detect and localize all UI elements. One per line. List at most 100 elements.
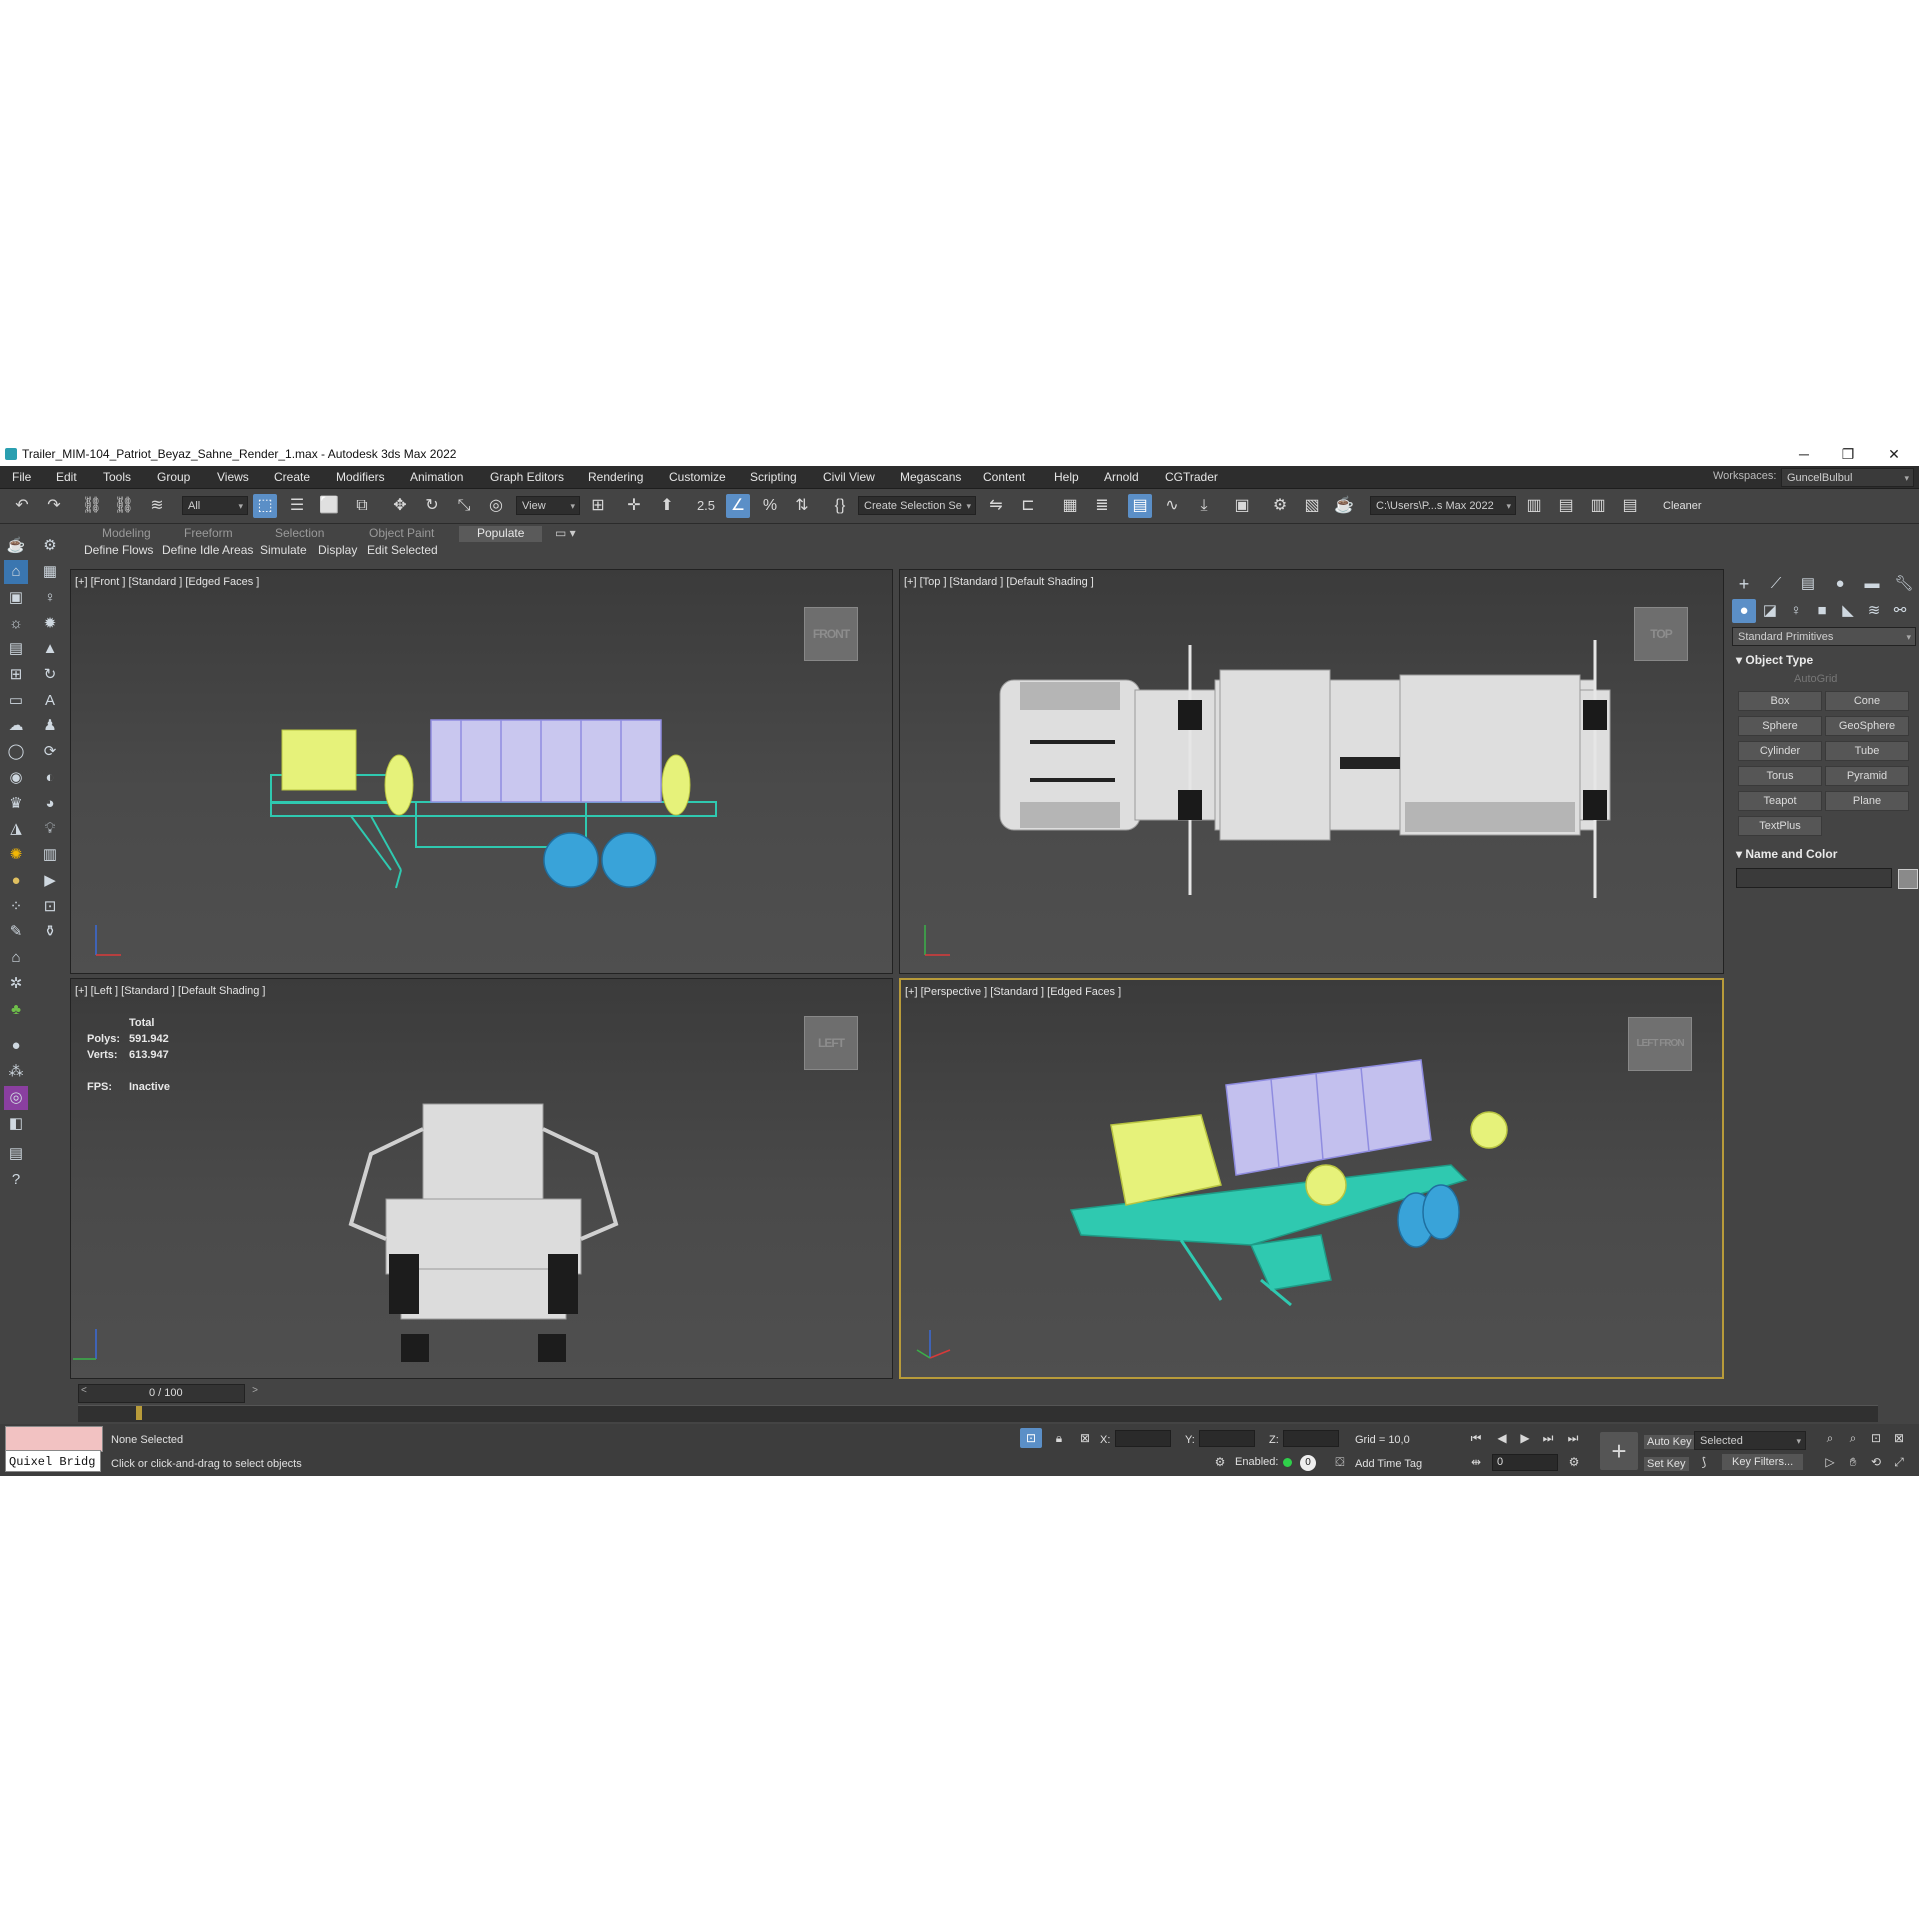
sphere-button[interactable]: Sphere — [1738, 716, 1822, 736]
tab-populate[interactable]: Populate — [459, 526, 543, 542]
maximize-button[interactable]: ❐ — [1828, 444, 1868, 464]
film-icon[interactable]: ▶ — [38, 869, 62, 893]
utilities-tab-icon[interactable]: 🔧︎ — [1892, 572, 1916, 596]
systems-icon[interactable]: ⚯ — [1888, 599, 1912, 623]
viewport-perspective[interactable]: [+] [Perspective ] [Standard ] [Edged Fa… — [899, 978, 1724, 1379]
dome-icon[interactable]: ◮ — [4, 817, 28, 841]
brush-icon[interactable]: ✎ — [4, 920, 28, 944]
shapes-icon[interactable]: ◪ — [1758, 599, 1782, 623]
time-tag-icon[interactable]: ⛋ — [1330, 1452, 1350, 1472]
plane-icon[interactable]: ⊡ — [38, 895, 62, 919]
menu-graph-editors[interactable]: Graph Editors — [490, 470, 564, 484]
object-color-swatch[interactable] — [1898, 869, 1918, 889]
grid-icon[interactable]: ⊞ — [4, 663, 28, 687]
absolute-mode-icon[interactable]: ⊠ — [1074, 1428, 1096, 1448]
cylinder-button[interactable]: Cylinder — [1738, 741, 1822, 761]
cone-button[interactable]: Cone — [1825, 691, 1909, 711]
plant-icon[interactable]: ♣ — [4, 998, 28, 1022]
render-production-icon[interactable]: ☕ — [1332, 494, 1356, 518]
minimize-button[interactable]: ─ — [1784, 444, 1824, 464]
rotate-tool-icon[interactable]: ⟳ — [38, 740, 62, 764]
rect-selection-icon[interactable]: ⬜ — [317, 494, 341, 518]
menu-scripting[interactable]: Scripting — [750, 470, 797, 484]
particles-icon[interactable]: ⁘ — [4, 895, 28, 919]
geosphere-button[interactable]: GeoSphere — [1825, 716, 1909, 736]
cloud-icon[interactable]: ☁ — [4, 714, 28, 738]
scene-explorer-icon[interactable]: ▦ — [1058, 494, 1082, 518]
mirror-icon[interactable]: ⇋ — [984, 494, 1008, 518]
open-project-icon[interactable]: ▥ — [1522, 494, 1546, 518]
pot-icon[interactable]: ⚱ — [38, 920, 62, 944]
maximize-viewport-icon[interactable]: ⤢ — [1889, 1452, 1909, 1472]
colors-icon[interactable]: ⁂ — [4, 1060, 28, 1084]
wireframe-icon[interactable]: ⌂ — [4, 946, 28, 970]
new-project-icon[interactable]: ▤ — [1554, 494, 1578, 518]
sun-icon[interactable]: ✹ — [38, 612, 62, 636]
select-by-name-icon[interactable]: ☰ — [285, 494, 309, 518]
modify-tab-icon[interactable]: ⟋ — [1764, 572, 1788, 596]
cone-light-icon[interactable]: ▲ — [38, 637, 62, 661]
current-frame-field[interactable]: 0 — [1492, 1454, 1558, 1471]
bulb-icon[interactable]: 💡︎ — [38, 817, 62, 841]
y-coordinate-field[interactable] — [1199, 1430, 1255, 1447]
menu-rendering[interactable]: Rendering — [588, 470, 643, 484]
go-to-start-icon[interactable]: ⏮ — [1466, 1428, 1486, 1448]
figure-icon[interactable]: ♟ — [38, 714, 62, 738]
sphere-icon[interactable]: ◯ — [4, 740, 28, 764]
autogrid-checkbox[interactable]: AutoGrid — [1794, 673, 1837, 685]
selection-lock-icon[interactable]: 🔒︎ — [1048, 1428, 1070, 1448]
menu-create[interactable]: Create — [274, 470, 310, 484]
menu-content[interactable]: Content — [983, 470, 1025, 484]
next-frame-icon[interactable]: ⏭ — [1538, 1428, 1558, 1448]
isolate-selection-icon[interactable]: ⊡ — [1020, 1428, 1042, 1448]
motion-tab-icon[interactable]: ● — [1828, 572, 1852, 596]
tube-button[interactable]: Tube — [1825, 741, 1909, 761]
light-icon[interactable]: ♀ — [38, 586, 62, 610]
sphere-gold-icon[interactable]: ● — [4, 869, 28, 893]
sunlight-icon[interactable]: ✺ — [4, 843, 28, 867]
previous-frame-icon[interactable]: ◀︎ — [1492, 1428, 1512, 1448]
reference-coordinate-dropdown[interactable]: View — [516, 496, 580, 515]
palette-icon[interactable]: ◕ — [38, 792, 62, 816]
panel-icon[interactable]: ▥ — [38, 843, 62, 867]
pan-view-icon[interactable]: ✋︎ — [1843, 1452, 1863, 1472]
set-key-button[interactable]: Set Key — [1644, 1457, 1689, 1471]
add-time-tag[interactable]: Add Time Tag — [1355, 1458, 1422, 1470]
auto-key-button[interactable]: Auto Key — [1644, 1435, 1695, 1449]
geometry-icon[interactable]: ● — [1732, 599, 1756, 623]
material-ball-icon[interactable]: ● — [4, 1034, 28, 1058]
gear-blue-icon[interactable]: ✲ — [4, 972, 28, 996]
primitive-category-dropdown[interactable]: Standard Primitives — [1732, 627, 1916, 646]
lamp-icon[interactable]: ☼ — [4, 612, 28, 636]
menu-modifiers[interactable]: Modifiers — [336, 470, 385, 484]
bind-space-warp-icon[interactable]: ≋ — [145, 494, 169, 518]
edit-named-selection-icon[interactable]: {} — [828, 494, 852, 518]
menu-megascans[interactable]: Megascans — [900, 470, 961, 484]
track-bar[interactable] — [78, 1405, 1878, 1422]
menu-help[interactable]: Help — [1054, 470, 1079, 484]
maxscript-mini-listener[interactable]: Quixel Bridg — [5, 1450, 101, 1472]
spinner-snap-icon[interactable]: ⇅ — [790, 494, 814, 518]
sphere-glass-icon[interactable]: ◉ — [4, 766, 28, 790]
close-button[interactable]: ✕ — [1874, 444, 1914, 464]
zoom-all-icon[interactable]: ⌕ — [1843, 1428, 1863, 1448]
hierarchy-tab-icon[interactable]: ▤ — [1796, 572, 1820, 596]
camera-icon[interactable]: ◎ — [4, 1086, 28, 1110]
render-icon[interactable]: ▤ — [4, 637, 28, 661]
pivot-center-icon[interactable]: ⊞ — [586, 494, 610, 518]
menu-arnold[interactable]: Arnold — [1104, 470, 1139, 484]
x-coordinate-field[interactable] — [1115, 1430, 1171, 1447]
screen-icon[interactable]: ◧ — [4, 1112, 28, 1136]
current-frame-marker[interactable] — [136, 1406, 142, 1420]
pyramid-button[interactable]: Pyramid — [1825, 766, 1909, 786]
help-icon[interactable]: ? — [4, 1168, 28, 1192]
key-mode-dropdown[interactable]: Selected — [1694, 1431, 1806, 1450]
menu-group[interactable]: Group — [157, 470, 190, 484]
box-button[interactable]: Box — [1738, 691, 1822, 711]
link-icon[interactable]: ⛓ — [80, 494, 104, 518]
simulate-button[interactable]: Simulate — [260, 543, 307, 557]
viewport-left[interactable]: [+] [Left ] [Standard ] [Default Shading… — [70, 978, 893, 1379]
select-manipulate-icon[interactable]: ✛ — [622, 494, 646, 518]
z-coordinate-field[interactable] — [1283, 1430, 1339, 1447]
zoom-icon[interactable]: ⌕ — [1820, 1428, 1840, 1448]
